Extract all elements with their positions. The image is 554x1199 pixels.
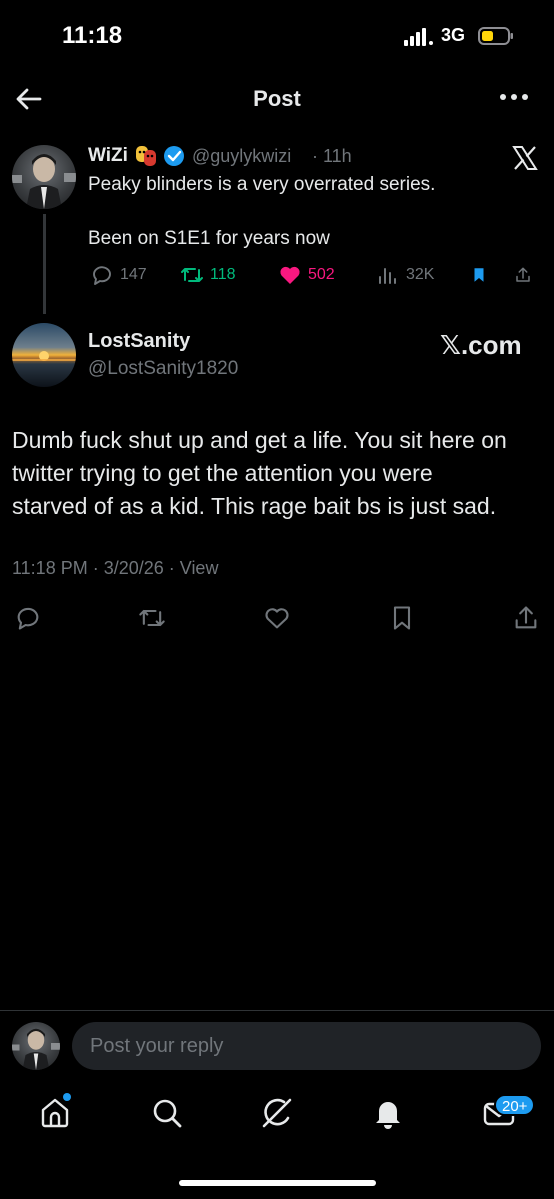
views-count: 32K <box>406 266 435 283</box>
reply-author-name[interactable]: LostSanity <box>88 330 190 353</box>
quoted-post-time: · 11h <box>312 146 352 166</box>
repost-count: 118 <box>210 266 236 283</box>
divider <box>0 1010 554 1011</box>
grok-icon[interactable] <box>260 1096 294 1130</box>
top-nav: Post <box>0 72 554 126</box>
xcom-watermark: 𝕏.com <box>440 330 522 360</box>
notifications-bell-icon[interactable] <box>371 1096 405 1130</box>
share-button[interactable] <box>514 262 538 288</box>
repost-icon[interactable] <box>138 604 166 632</box>
my-avatar[interactable] <box>12 1022 60 1070</box>
post-timestamp-views[interactable]: 11:18 PM · 3/20/26 · View <box>12 558 218 579</box>
like-count-button[interactable]: 502 <box>278 262 335 288</box>
reply-text-line: Dumb fuck shut up and get a life. You si… <box>12 427 507 453</box>
person-icon <box>12 154 76 209</box>
theater-masks-verified-icon <box>136 146 184 166</box>
bookmark-icon[interactable] <box>388 604 416 632</box>
heart-icon[interactable] <box>263 604 291 632</box>
bookmark-button[interactable] <box>470 262 494 288</box>
reply-count: 147 <box>120 266 147 283</box>
views-count-button[interactable]: 32K <box>376 262 434 288</box>
share-icon <box>516 267 530 282</box>
quoted-author-name[interactable]: WiZi <box>88 145 128 167</box>
bookmark-filled-icon <box>474 268 484 282</box>
avatar-lostsanity[interactable] <box>12 323 76 387</box>
x-logo-icon <box>512 146 538 170</box>
reply-text-line: starved of as a kid. This rage bait bs i… <box>12 493 497 519</box>
repost-count-button[interactable]: 118 <box>180 262 236 288</box>
home-icon[interactable] <box>38 1096 72 1130</box>
avatar-wizi[interactable] <box>12 145 76 209</box>
reply-icon <box>93 266 111 285</box>
quoted-post-text-line1: Peaky blinders is a very overrated serie… <box>88 174 436 195</box>
battery-icon <box>478 27 513 45</box>
reply-icon[interactable] <box>14 604 42 632</box>
sunset-photo-icon <box>12 351 76 361</box>
status-time: 11:18 <box>62 22 123 49</box>
signal-icon <box>404 28 433 46</box>
home-indicator <box>179 1180 376 1186</box>
status-bar: 11:18 3G <box>0 0 554 70</box>
page-title: Post <box>253 86 301 111</box>
reply-author-handle[interactable]: @LostSanity1820 <box>88 358 238 380</box>
network-type: 3G <box>441 25 466 45</box>
heart-filled-icon <box>280 266 300 284</box>
quoted-author-handle[interactable]: @guylykwizi <box>192 146 291 167</box>
messages-badge: 20+ <box>494 1094 536 1116</box>
quoted-post-text-line2: Been on S1E1 for years now <box>88 228 330 249</box>
person-icon <box>12 1028 60 1070</box>
reply-input[interactable] <box>72 1022 541 1070</box>
repost-icon <box>181 268 203 282</box>
thread-line <box>43 214 46 314</box>
views-icon <box>379 268 396 284</box>
like-count: 502 <box>308 266 335 283</box>
reply-text-line: twitter trying to get the attention you … <box>12 460 433 486</box>
more-options-icon[interactable] <box>498 90 530 104</box>
share-icon[interactable] <box>512 604 540 632</box>
search-icon[interactable] <box>150 1096 184 1130</box>
home-notification-dot <box>63 1093 71 1101</box>
reply-post-text: Dumb fuck shut up and get a life. You si… <box>12 424 542 523</box>
reply-count-button[interactable]: 147 <box>90 262 147 288</box>
